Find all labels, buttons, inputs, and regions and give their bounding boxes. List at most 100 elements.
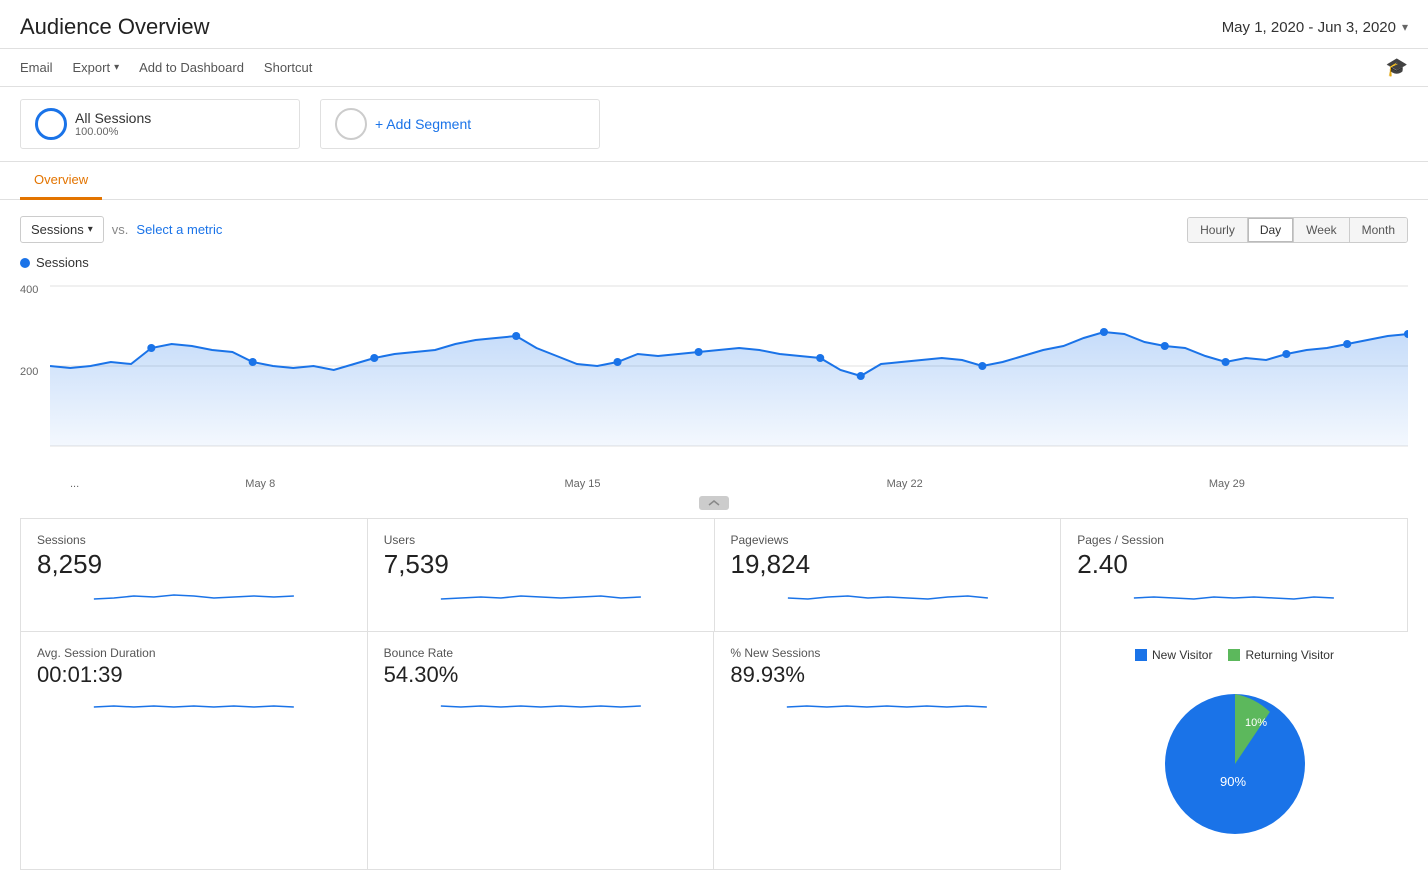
metrics-grid-top: Sessions 8,259 Users 7,539 Pageviews 19,… xyxy=(20,518,1408,632)
chart-dot xyxy=(613,358,621,366)
chevron-down-icon: ▾ xyxy=(1402,20,1408,34)
pps-sparkline xyxy=(1077,584,1391,614)
chart-dot xyxy=(249,358,257,366)
metric-dropdown[interactable]: Sessions ▾ xyxy=(20,216,104,243)
page-title: Audience Overview xyxy=(20,14,210,40)
metric-users: Users 7,539 xyxy=(368,519,715,632)
metric-sessions-value: 8,259 xyxy=(37,549,351,580)
metric-dropdown-label: Sessions xyxy=(31,222,84,237)
metric-sessions-label: Sessions xyxy=(37,533,351,547)
chart-dot xyxy=(1161,342,1169,350)
chart-dot xyxy=(695,348,703,356)
pie-new-label: New Visitor xyxy=(1152,648,1212,662)
chart-dot xyxy=(370,354,378,362)
metric-avg-session-duration: Avg. Session Duration 00:01:39 xyxy=(21,632,368,870)
time-btn-month[interactable]: Month xyxy=(1350,218,1407,242)
br-sparkline xyxy=(384,692,698,722)
y-axis-200: 200 xyxy=(20,366,38,378)
metric-dropdown-chevron: ▾ xyxy=(88,224,93,235)
asd-sparkline xyxy=(37,692,351,722)
add-segment-circle-icon xyxy=(335,108,367,140)
chart-dot xyxy=(1100,328,1108,336)
tabs-bar: Overview xyxy=(0,162,1428,200)
segment-name: All Sessions xyxy=(75,110,151,126)
all-sessions-segment[interactable]: All Sessions 100.00% xyxy=(20,99,300,149)
collapse-icon xyxy=(708,500,720,506)
metric-new-sessions: % New Sessions 89.93% xyxy=(714,632,1061,870)
time-btn-hourly[interactable]: Hourly xyxy=(1188,218,1248,242)
metric-pageviews-value: 19,824 xyxy=(731,549,1045,580)
chart-legend: Sessions xyxy=(20,255,1408,270)
header-bar: Audience Overview May 1, 2020 - Jun 3, 2… xyxy=(0,0,1428,49)
tab-overview[interactable]: Overview xyxy=(20,162,102,200)
pie-chart-svg: 90% 10% xyxy=(1145,674,1325,854)
pie-new-dot xyxy=(1135,649,1147,661)
metrics-grid-bottom: Avg. Session Duration 00:01:39 Bounce Ra… xyxy=(20,632,1061,870)
metric-asd-value: 00:01:39 xyxy=(37,662,351,688)
users-sparkline xyxy=(384,584,698,614)
export-chevron-icon: ▾ xyxy=(114,62,119,73)
segment-percentage: 100.00% xyxy=(75,126,151,138)
metric-asd-label: Avg. Session Duration xyxy=(37,646,351,660)
segment-info: All Sessions 100.00% xyxy=(75,110,151,138)
metric-pageviews-label: Pageviews xyxy=(731,533,1045,547)
chart-collapse-button[interactable] xyxy=(699,496,729,510)
chart-area xyxy=(50,332,1408,446)
help-icon[interactable]: 🎓 xyxy=(1386,57,1408,78)
graduation-cap-icon: 🎓 xyxy=(1386,57,1408,77)
metric-ns-label: % New Sessions xyxy=(730,646,1044,660)
metric-users-value: 7,539 xyxy=(384,549,698,580)
time-btn-week[interactable]: Week xyxy=(1294,218,1349,242)
add-dashboard-button[interactable]: Add to Dashboard xyxy=(139,60,244,75)
metric-sessions: Sessions 8,259 xyxy=(21,519,368,632)
metric-ns-value: 89.93% xyxy=(730,662,1044,688)
x-label-may22: May 22 xyxy=(744,478,1066,490)
chart-dot xyxy=(1222,358,1230,366)
pie-legend: New Visitor Returning Visitor xyxy=(1135,648,1334,662)
add-segment-button[interactable]: + Add Segment xyxy=(320,99,600,149)
time-buttons-group: Hourly Day Week Month xyxy=(1187,217,1408,243)
metric-pps-value: 2.40 xyxy=(1077,549,1391,580)
pie-chart-section: New Visitor Returning Visitor 90% 10% xyxy=(1061,632,1408,870)
chart-dot xyxy=(816,354,824,362)
export-button[interactable]: Export ▾ xyxy=(73,60,120,75)
pie-new-pct-text: 90% xyxy=(1220,774,1246,789)
chart-dot xyxy=(512,332,520,340)
x-label-may15: May 15 xyxy=(421,478,743,490)
metric-bounce-rate: Bounce Rate 54.30% xyxy=(368,632,715,870)
chart-dot xyxy=(1282,350,1290,358)
chart-dot xyxy=(857,372,865,380)
metric-br-label: Bounce Rate xyxy=(384,646,698,660)
sessions-sparkline xyxy=(37,584,351,614)
pie-returning-label: Returning Visitor xyxy=(1245,648,1334,662)
add-segment-label: + Add Segment xyxy=(375,116,471,132)
sessions-chart: 400 200 xyxy=(20,276,1408,476)
vs-label: vs. xyxy=(112,222,129,237)
date-range-selector[interactable]: May 1, 2020 - Jun 3, 2020 ▾ xyxy=(1222,19,1408,36)
chart-svg xyxy=(50,276,1408,456)
date-range-text: May 1, 2020 - Jun 3, 2020 xyxy=(1222,19,1396,36)
bottom-section: Avg. Session Duration 00:01:39 Bounce Ra… xyxy=(20,632,1408,870)
segment-bar: All Sessions 100.00% + Add Segment xyxy=(0,87,1428,162)
chart-section: Sessions ▾ vs. Select a metric Hourly Da… xyxy=(0,200,1428,510)
metric-pps-label: Pages / Session xyxy=(1077,533,1391,547)
sessions-legend-dot xyxy=(20,258,30,268)
segment-circle-icon xyxy=(35,108,67,140)
chart-dot xyxy=(978,362,986,370)
metric-pageviews: Pageviews 19,824 xyxy=(715,519,1062,632)
chart-controls: Sessions ▾ vs. Select a metric Hourly Da… xyxy=(20,216,1408,243)
time-btn-day[interactable]: Day xyxy=(1248,218,1294,242)
metric-pages-per-session: Pages / Session 2.40 xyxy=(1061,519,1408,632)
metric-br-value: 54.30% xyxy=(384,662,698,688)
pie-legend-returning: Returning Visitor xyxy=(1228,648,1334,662)
x-label-may8: May 8 xyxy=(99,478,421,490)
select-metric-link[interactable]: Select a metric xyxy=(136,222,222,237)
x-label-may29: May 29 xyxy=(1066,478,1388,490)
ns-sparkline xyxy=(730,692,1044,722)
y-axis-400: 400 xyxy=(20,284,38,296)
shortcut-button[interactable]: Shortcut xyxy=(264,60,312,75)
metric-selector: Sessions ▾ vs. Select a metric xyxy=(20,216,222,243)
pie-returning-dot xyxy=(1228,649,1240,661)
email-button[interactable]: Email xyxy=(20,60,53,75)
chart-svg-area xyxy=(50,276,1408,456)
